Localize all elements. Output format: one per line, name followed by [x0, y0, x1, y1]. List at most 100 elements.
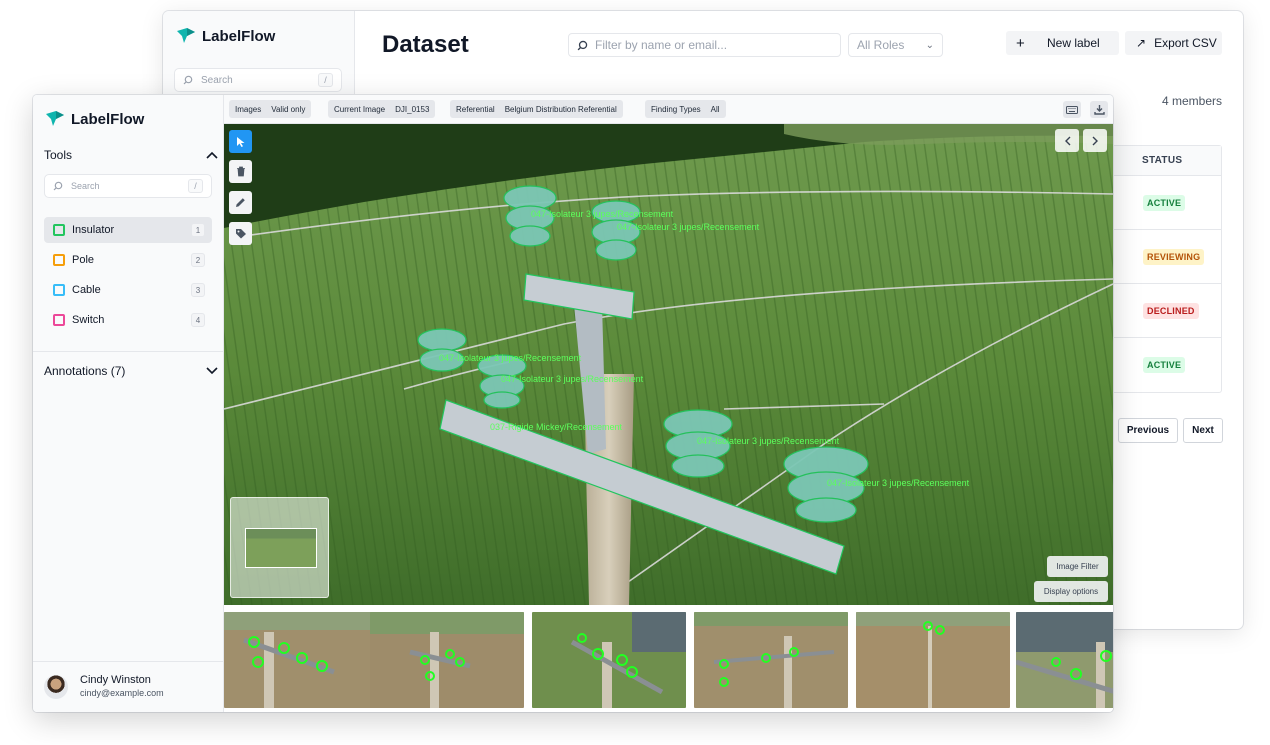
- filter-chip-current-image[interactable]: Current Image DJI_0153: [328, 100, 436, 118]
- divider: [33, 351, 224, 352]
- filter-name: Finding Types: [651, 104, 701, 114]
- previous-page-button[interactable]: Previous: [1118, 418, 1178, 443]
- filter-value: Belgium Distribution Referential: [504, 104, 617, 114]
- next-page-button[interactable]: Next: [1183, 418, 1223, 443]
- search-icon: [183, 75, 193, 85]
- delete-tool-button[interactable]: [229, 160, 252, 183]
- trash-icon: [236, 166, 245, 177]
- search-placeholder: Search: [71, 181, 100, 191]
- tools-section-toggle[interactable]: Tools: [44, 148, 218, 162]
- display-options-button[interactable]: Display options: [1034, 581, 1108, 602]
- annotation-label[interactable]: 047-Isolateur 3 jupes/Recensement: [501, 374, 644, 384]
- labelflow-logo-icon: [177, 28, 195, 43]
- table-row[interactable]: REVIEWING: [1110, 230, 1221, 284]
- download-icon[interactable]: [1090, 101, 1108, 118]
- tool-label: Pole: [72, 254, 95, 266]
- image-canvas[interactable]: 047-Isolateur 3 jupes/Recensement 047-Is…: [224, 124, 1113, 605]
- chevron-left-icon: [1064, 136, 1070, 145]
- thumbnail-image[interactable]: [694, 612, 848, 708]
- chevron-down-icon: ⌄: [925, 39, 934, 51]
- table-row[interactable]: ACTIVE: [1110, 338, 1221, 392]
- brand-logo[interactable]: LabelFlow: [45, 110, 144, 128]
- filter-value: All: [710, 104, 720, 114]
- thumbnail-image[interactable]: [1016, 612, 1113, 708]
- insulator-color-icon: [53, 224, 65, 236]
- next-image-button[interactable]: [1083, 129, 1107, 152]
- status-badge: REVIEWING: [1143, 248, 1205, 265]
- tool-item-switch[interactable]: Switch 4: [44, 307, 212, 333]
- filter-bar: Images Valid only Current Image DJI_0153…: [224, 95, 1113, 124]
- tool-shortcut: 3: [191, 283, 205, 297]
- search-shortcut: /: [188, 179, 203, 193]
- table-row[interactable]: DECLINED: [1110, 284, 1221, 338]
- tool-item-cable[interactable]: Cable 3: [44, 277, 212, 303]
- tool-shortcut: 1: [191, 223, 205, 237]
- annotations-heading: Annotations (7): [44, 364, 126, 378]
- arrow-up-right-icon: ↗: [1136, 36, 1147, 50]
- thumbnail-image[interactable]: [224, 612, 378, 708]
- previous-image-button[interactable]: [1055, 129, 1079, 152]
- tool-item-pole[interactable]: Pole 2: [44, 247, 212, 273]
- annotation-label[interactable]: 047-Isolateur 3 jupes/Recensement: [617, 222, 760, 232]
- export-csv-button[interactable]: ↗ Export CSV: [1125, 31, 1222, 55]
- filter-value: DJI_0153: [395, 104, 430, 114]
- brand-logo[interactable]: LabelFlow: [176, 27, 275, 45]
- user-profile[interactable]: Cindy Winston cindy@example.com: [44, 673, 164, 700]
- pole-color-icon: [53, 254, 65, 266]
- drone-photo: 047-Isolateur 3 jupes/Recensement 047-Is…: [224, 124, 1113, 605]
- table-row[interactable]: ACTIVE: [1110, 176, 1221, 230]
- annotation-label[interactable]: 047-Isolateur 3 jupes/Recensement: [827, 478, 970, 488]
- new-label-button[interactable]: + New label: [1006, 31, 1119, 55]
- search-shortcut: /: [318, 73, 333, 87]
- draw-tool-button[interactable]: [229, 191, 252, 214]
- tools-heading: Tools: [44, 148, 73, 162]
- filter-chip-referential[interactable]: Referential Belgium Distribution Referen…: [450, 100, 623, 118]
- avatar: [44, 674, 68, 699]
- label-tool-button[interactable]: [229, 222, 252, 245]
- filter-name: Referential: [456, 104, 495, 114]
- chevron-up-icon: [206, 148, 218, 162]
- thumbnail-image[interactable]: [532, 612, 686, 708]
- plus-icon: +: [1016, 34, 1025, 52]
- status-badge: ACTIVE: [1143, 194, 1186, 211]
- search-icon: [53, 181, 63, 191]
- filter-chip-finding-types[interactable]: Finding Types All: [645, 100, 726, 118]
- filter-value: Valid only: [271, 104, 306, 114]
- cursor-icon: [236, 136, 244, 147]
- members-table: STATUS ACTIVE REVIEWING DECLINED ACTIVE: [1109, 145, 1222, 393]
- tools-search-input[interactable]: Search /: [44, 174, 212, 198]
- image-filter-button[interactable]: Image Filter: [1047, 556, 1108, 577]
- minimap[interactable]: [230, 497, 329, 598]
- annotations-section-toggle[interactable]: Annotations (7): [44, 364, 218, 378]
- thumbnail-image[interactable]: [370, 612, 524, 708]
- sidebar-search-input[interactable]: Search /: [174, 68, 342, 92]
- status-badge: ACTIVE: [1143, 357, 1186, 373]
- chevron-down-icon: [206, 364, 218, 378]
- select-tool-button[interactable]: [229, 130, 252, 153]
- roles-select[interactable]: All Roles ⌄: [848, 33, 943, 57]
- annotation-label[interactable]: 047-Isolateur 3 jupes/Recensement: [531, 209, 674, 219]
- tool-label: Insulator: [72, 224, 115, 236]
- keyboard-icon[interactable]: [1063, 101, 1081, 118]
- filter-name: Images: [235, 104, 262, 114]
- minimap-viewport[interactable]: [245, 528, 317, 568]
- tag-icon: [235, 229, 246, 239]
- status-badge: DECLINED: [1143, 302, 1199, 319]
- brand-name: LabelFlow: [71, 110, 145, 128]
- filter-chip-images[interactable]: Images Valid only: [229, 100, 312, 118]
- export-csv-text: Export CSV: [1154, 36, 1217, 50]
- filter-placeholder: Filter by name or email...: [595, 38, 728, 52]
- annotation-label[interactable]: 047-Isolateur 3 jupes/Recensement: [697, 436, 840, 446]
- user-email: cindy@example.com: [80, 688, 164, 698]
- thumbnail-image[interactable]: [856, 612, 1010, 708]
- annotation-label[interactable]: 047-Isolateur 3 jupes/Recensement: [439, 353, 582, 363]
- brand-name: LabelFlow: [202, 27, 276, 45]
- tool-label: Switch: [72, 314, 105, 326]
- filter-input[interactable]: Filter by name or email...: [568, 33, 841, 57]
- status-column-header[interactable]: STATUS: [1110, 146, 1221, 176]
- annotation-label[interactable]: 037-Rigide Mickey/Recensement: [490, 422, 623, 432]
- tool-item-insulator[interactable]: Insulator 1: [44, 217, 212, 243]
- search-placeholder: Search: [201, 74, 233, 86]
- user-name: Cindy Winston: [80, 674, 151, 686]
- annotation-window: LabelFlow Tools Search / Insulator 1 Pol…: [33, 95, 1113, 712]
